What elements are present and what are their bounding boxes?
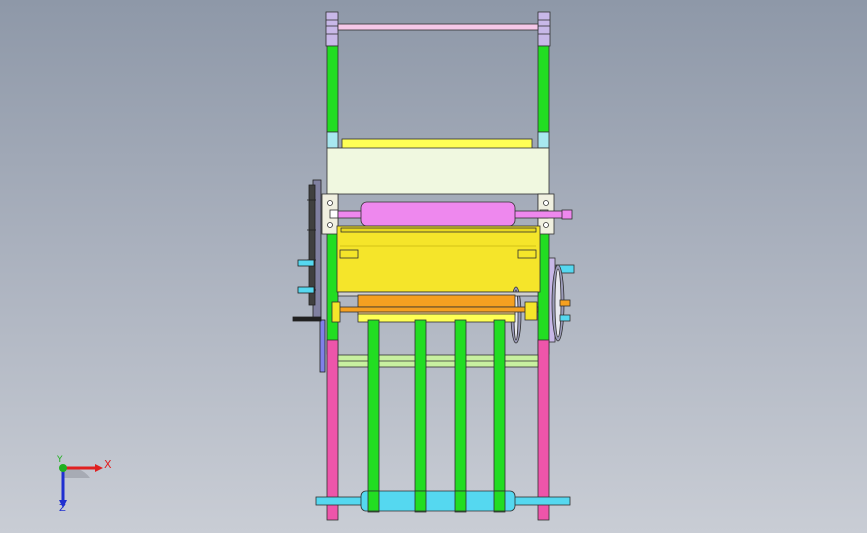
upper-housing bbox=[326, 138, 550, 195]
orange-shaft bbox=[331, 291, 539, 323]
cad-viewport[interactable]: X Y Z bbox=[0, 0, 867, 533]
x-axis-label: X bbox=[104, 458, 112, 471]
z-axis-label: Z bbox=[59, 503, 66, 514]
machine-assembly-drawing bbox=[59, 11, 575, 521]
left-side-gear bbox=[292, 179, 326, 373]
green-slats bbox=[367, 319, 506, 513]
top-frame bbox=[325, 11, 551, 149]
y-axis-label: Y bbox=[57, 455, 63, 465]
yellow-hopper bbox=[336, 225, 541, 293]
coordinate-triad bbox=[59, 464, 103, 508]
magenta-roller bbox=[337, 201, 573, 227]
bottom-roller bbox=[315, 490, 571, 512]
